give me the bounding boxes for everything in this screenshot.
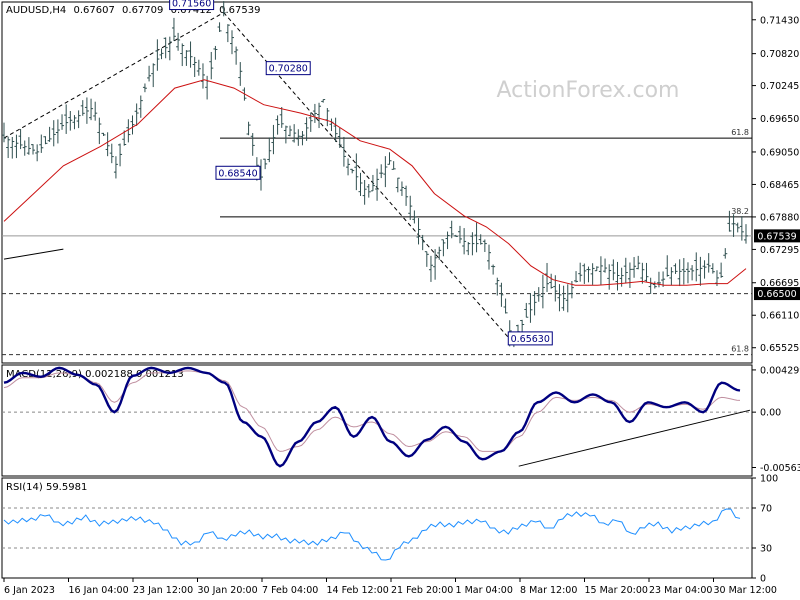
rsi-title: RSI(14) 59.5981 (6, 482, 87, 493)
price-y-tick-label: 0.69650 (760, 114, 799, 125)
price-y-tick-label: 0.66110 (760, 311, 799, 322)
ohlc-high: 0.67709 (122, 5, 163, 16)
x-axis-tick-label: 6 Jan 2023 (4, 585, 55, 596)
price-badge-label: 0.66500 (757, 289, 796, 300)
chart-watermark: ActionForex.com (497, 78, 680, 103)
ohlc-open: 0.67607 (73, 5, 114, 16)
fibonacci-level-label: 61.8 (731, 345, 749, 354)
x-axis-tick-label: 23 Mar 04:00 (649, 585, 712, 596)
price-badge: 0.66500 (754, 287, 800, 301)
symbol-label: AUDUSD,H4 (6, 5, 66, 16)
x-axis-tick-label: 30 Jan 20:00 (198, 585, 258, 596)
rsi-y-tick-label: 100 (760, 474, 778, 485)
price-y-tick-label: 0.70820 (760, 49, 799, 60)
price-y-tick-label: 0.68465 (760, 180, 799, 191)
x-axis-tick-label: 21 Feb 20:00 (391, 585, 453, 596)
price-annotation: 0.65630 (507, 331, 553, 346)
price-annotation-label: 0.70280 (269, 64, 308, 75)
price-badge: 0.67539 (754, 229, 800, 243)
chart-canvas: ActionForex.com AUDUSD,H4 0.67607 0.6770… (0, 0, 800, 600)
rsi-y-tick-label: 70 (760, 504, 772, 515)
x-axis-tick-label: 15 Mar 20:00 (585, 585, 648, 596)
chart-background (0, 0, 800, 600)
price-y-tick-label: 0.65525 (760, 343, 799, 354)
macd-y-tick-label: 0.00 (760, 408, 781, 419)
x-axis-tick-label: 30 Mar 12:00 (714, 585, 777, 596)
price-y-tick-label: 0.71430 (760, 15, 799, 26)
x-axis-tick-label: 1 Mar 04:00 (456, 585, 513, 596)
price-annotation-label: 0.71560 (172, 0, 211, 10)
rsi-y-tick-label: 0 (760, 574, 766, 585)
macd-y-tick-label: -0.005636 (760, 463, 800, 474)
fibonacci-level-label: 61.8 (731, 128, 749, 137)
price-annotation: 0.71560 (169, 0, 215, 11)
price-y-tick-label: 0.69050 (760, 147, 799, 158)
price-y-tick-label: 0.67880 (760, 212, 799, 223)
price-annotation: 0.70280 (265, 61, 311, 76)
price-annotation-label: 0.68540 (218, 168, 257, 179)
rsi-y-tick-label: 30 (760, 544, 772, 555)
price-annotation-label: 0.65630 (511, 334, 550, 345)
macd-y-tick-label: 0.004299 (760, 365, 800, 376)
price-y-tick-label: 0.67295 (760, 245, 799, 256)
x-axis-tick-label: 8 Mar 12:00 (520, 585, 577, 596)
price-y-tick-label: 0.70245 (760, 81, 799, 92)
x-axis-tick-label: 23 Jan 12:00 (133, 585, 193, 596)
x-axis-tick-label: 16 Jan 04:00 (69, 585, 129, 596)
x-axis-tick-label: 14 Feb 12:00 (327, 585, 389, 596)
price-annotation: 0.68540 (215, 165, 261, 180)
price-badge-label: 0.67539 (757, 231, 796, 242)
chart-title: AUDUSD,H4 0.67607 0.67709 0.67412 0.6753… (6, 5, 260, 16)
x-axis-tick-label: 7 Feb 04:00 (262, 585, 318, 596)
